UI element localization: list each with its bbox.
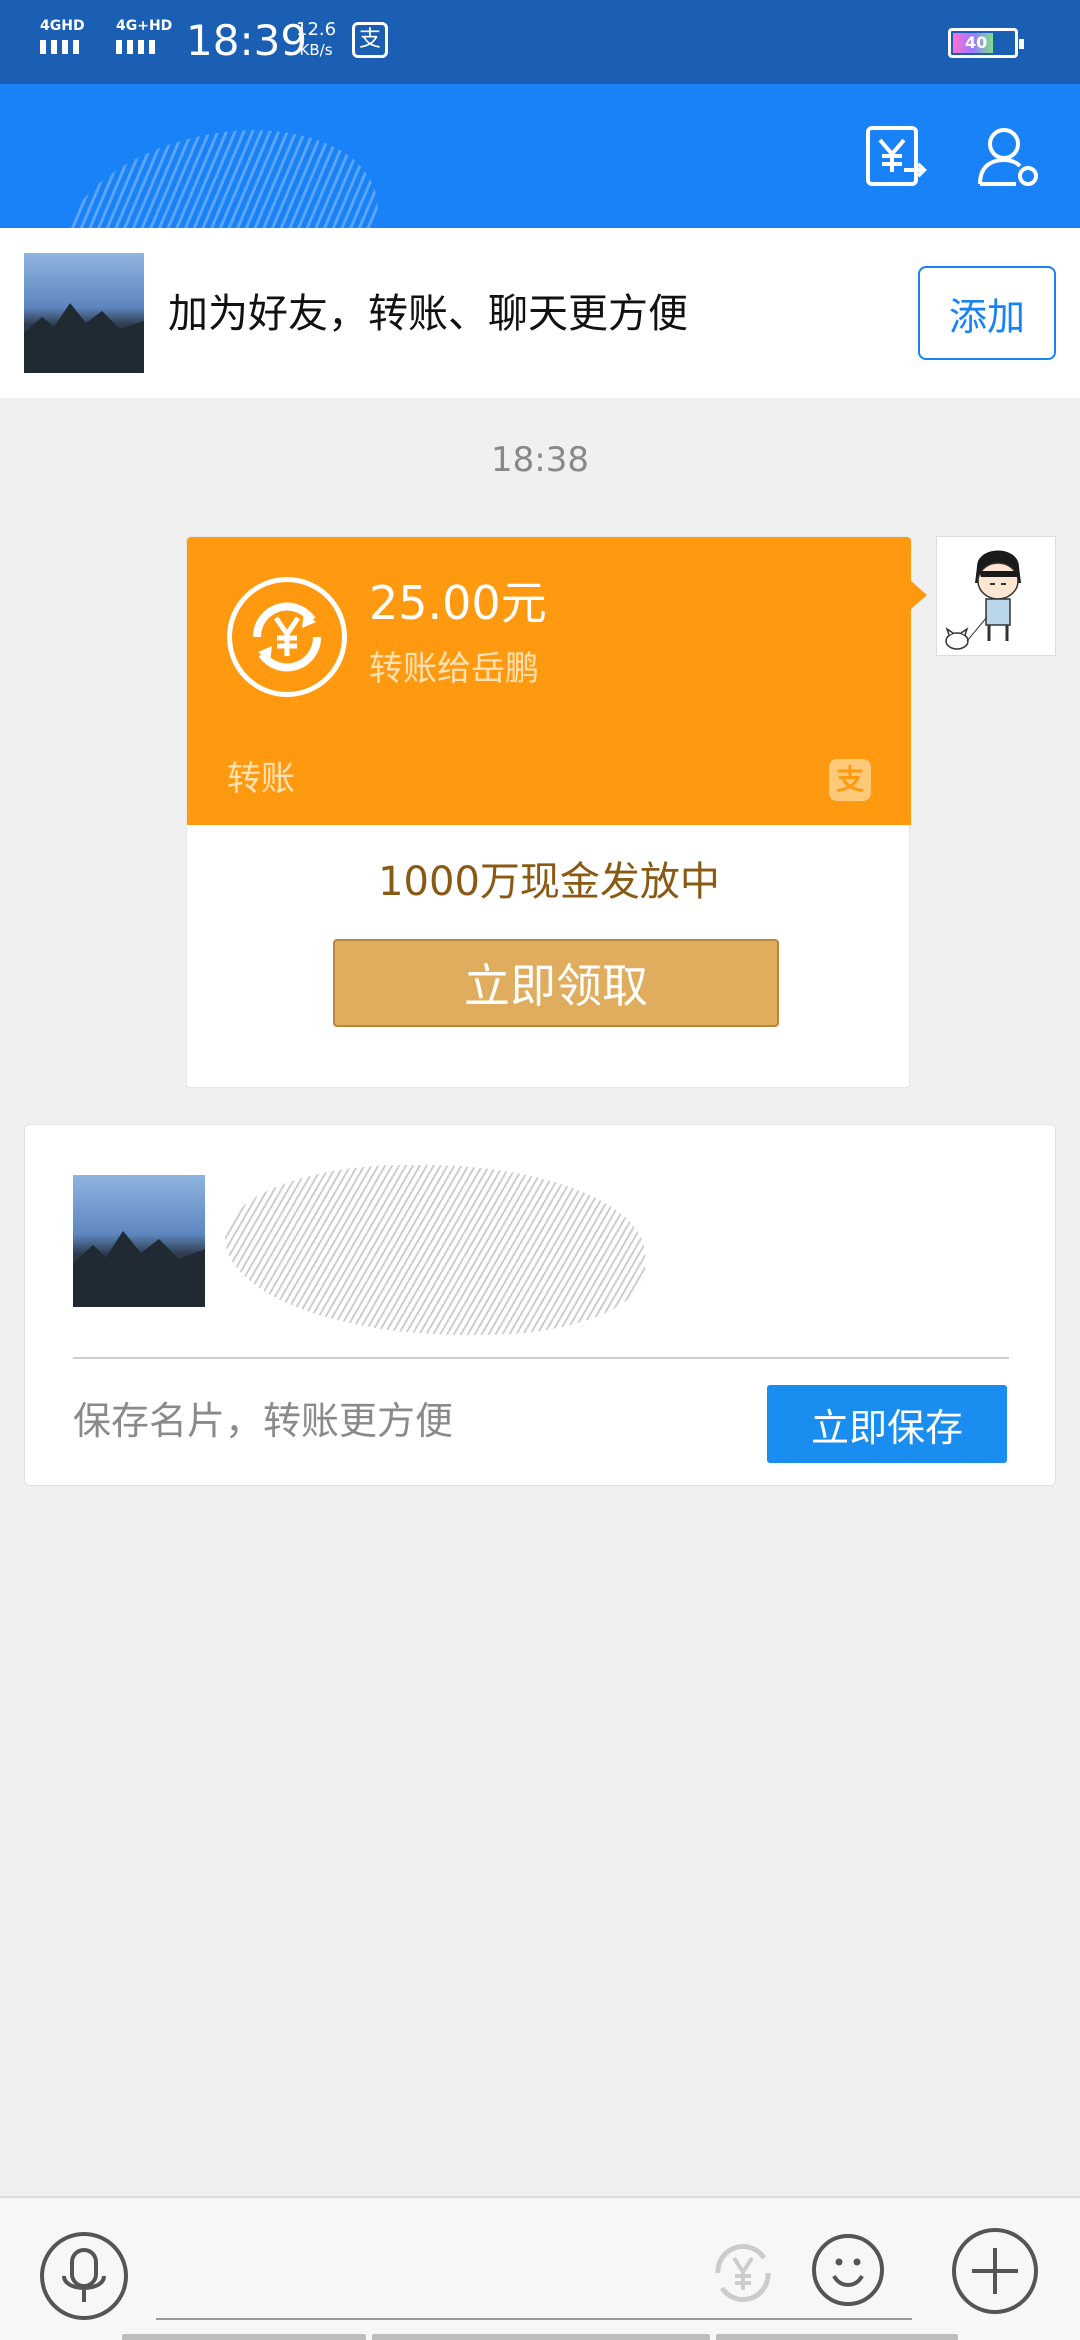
redacted-contact-details: [225, 1165, 645, 1335]
status-time: 18:39: [186, 16, 308, 65]
network-type-2: 4G+HD: [116, 18, 173, 34]
chat-input-bar: [0, 2196, 1080, 2340]
alipay-logo-icon: 支: [829, 759, 871, 801]
contact-avatar[interactable]: [24, 253, 144, 373]
transfer-message-card[interactable]: 25.00元 转账给岳鹏 转账 支 1000万现金发放中 立即领取: [186, 536, 927, 1088]
my-avatar[interactable]: [936, 536, 1056, 656]
claim-now-button[interactable]: 立即领取: [333, 939, 779, 1027]
transfer-amount: 25.00元: [369, 576, 547, 630]
contact-card-avatar: [73, 1175, 205, 1307]
bottom-indicator: [0, 2334, 1080, 2340]
add-friend-bar: 加为好友，转账、聊天更方便 添加: [0, 228, 1080, 398]
speed-value: 12.6: [296, 19, 337, 40]
save-contact-hint: 保存名片，转账更方便: [73, 1399, 454, 1443]
promo-text: 1000万现金发放中: [378, 859, 720, 905]
signal-bars-icon: [116, 40, 155, 54]
signal-bars-icon: [40, 40, 79, 54]
message-input[interactable]: [156, 2318, 912, 2320]
status-bar: 4GHD 4G+HD 18:39 12.6 KB/s 支 40: [0, 0, 1080, 84]
transfer-card-header[interactable]: 25.00元 转账给岳鹏 转账 支: [187, 537, 927, 825]
smiley-icon[interactable]: [812, 2234, 884, 2306]
transfer-type-label: 转账: [227, 759, 295, 799]
add-friend-button[interactable]: 添加: [918, 266, 1056, 360]
yen-circle-icon[interactable]: [704, 2234, 782, 2312]
microphone-icon[interactable]: [40, 2232, 128, 2320]
card-divider: [73, 1357, 1009, 1359]
battery-icon: 40: [948, 28, 1024, 58]
save-now-button[interactable]: 立即保存: [767, 1385, 1007, 1463]
user-settings-icon[interactable]: [976, 124, 1040, 188]
speed-unit: KB/s: [299, 41, 333, 59]
chat-header: [0, 84, 1080, 356]
yen-transfer-icon[interactable]: [864, 124, 928, 188]
add-friend-prompt: 加为好友，转账、聊天更方便: [168, 291, 688, 337]
transfer-recipient: 转账给岳鹏: [369, 649, 539, 689]
battery-level: 40: [965, 33, 988, 52]
save-contact-card[interactable]: 保存名片，转账更方便 立即保存: [24, 1124, 1056, 1486]
network-type-1: 4GHD: [40, 18, 85, 34]
network-speed: 12.6 KB/s: [296, 20, 336, 60]
message-timestamp: 18:38: [491, 440, 589, 480]
plus-icon[interactable]: [952, 2228, 1038, 2314]
yen-refresh-icon: [227, 577, 347, 697]
alipay-notification-icon: 支: [352, 22, 388, 58]
